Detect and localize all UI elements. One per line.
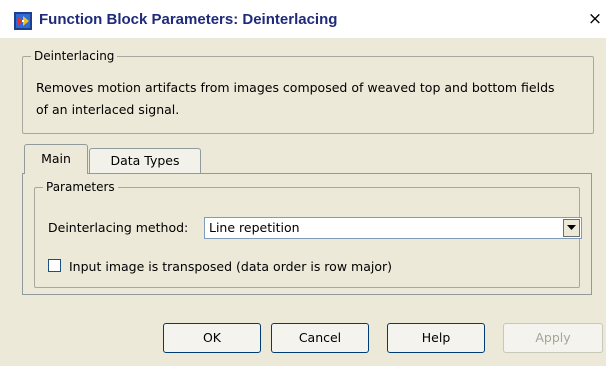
transpose-checkbox[interactable] bbox=[48, 259, 61, 272]
dialog-window: Function Block Parameters: Deinterlacing… bbox=[0, 0, 606, 366]
deinterlacing-method-label: Deinterlacing method: bbox=[48, 220, 189, 235]
ok-button[interactable]: OK bbox=[163, 323, 261, 353]
deinterlacing-method-value: Line repetition bbox=[209, 220, 300, 235]
tab-main[interactable]: Main bbox=[24, 144, 88, 174]
parameters-group-title: Parameters bbox=[43, 179, 118, 195]
description-line-2: of an interlaced signal. bbox=[36, 102, 180, 117]
help-button[interactable]: Help bbox=[387, 323, 485, 353]
cancel-button[interactable]: Cancel bbox=[271, 323, 369, 353]
tab-main-label: Main bbox=[41, 151, 71, 166]
description-text: Removes motion artifacts from images com… bbox=[36, 77, 596, 121]
window-title: Function Block Parameters: Deinterlacing bbox=[39, 11, 338, 28]
deinterlacing-method-select[interactable]: Line repetition bbox=[204, 217, 582, 239]
description-group-title: Deinterlacing bbox=[31, 48, 118, 64]
title-bar[interactable]: Function Block Parameters: Deinterlacing… bbox=[0, 0, 606, 38]
close-button[interactable]: × bbox=[586, 10, 604, 28]
simulink-block-icon bbox=[14, 12, 32, 30]
apply-button[interactable]: Apply bbox=[503, 323, 603, 353]
chevron-down-icon bbox=[567, 225, 576, 230]
description-line-1: Removes motion artifacts from images com… bbox=[36, 80, 555, 95]
dropdown-arrow-button[interactable] bbox=[563, 219, 580, 237]
tab-data-types-label: Data Types bbox=[110, 153, 180, 168]
transpose-checkbox-label: Input image is transposed (data order is… bbox=[69, 259, 392, 274]
tab-data-types[interactable]: Data Types bbox=[89, 148, 201, 173]
